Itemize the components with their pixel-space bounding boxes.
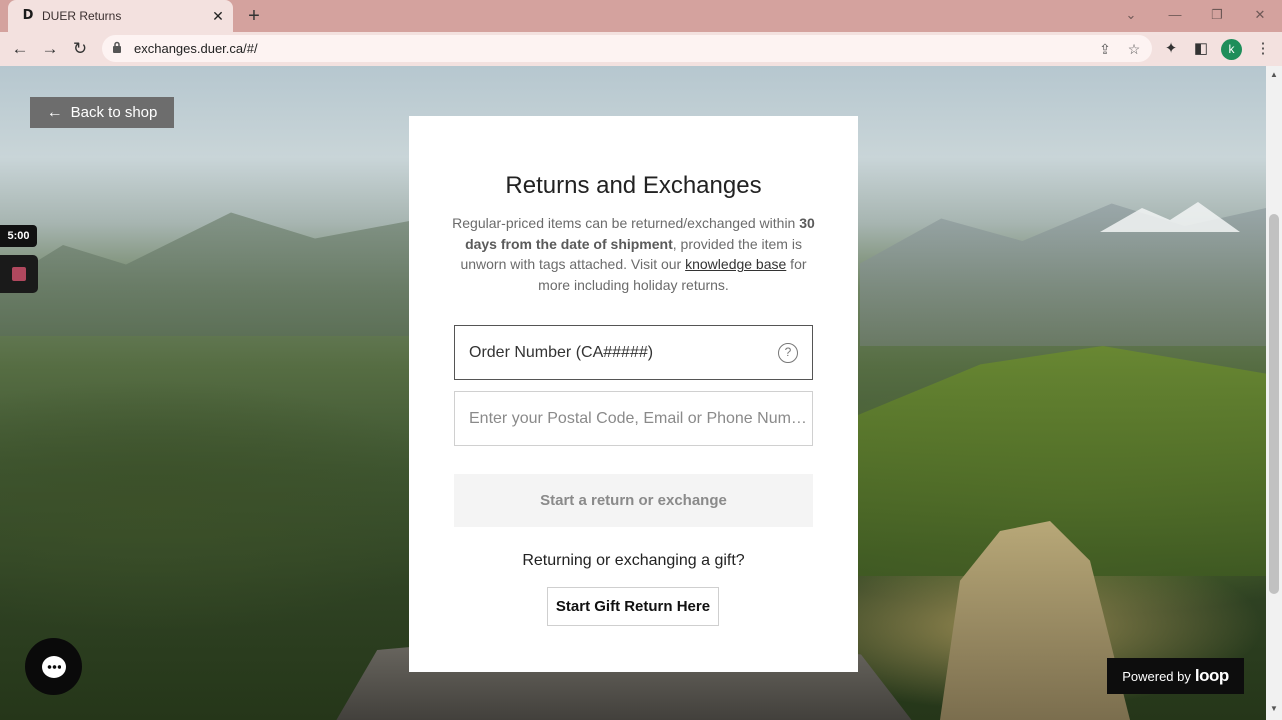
page-title: Returns and Exchanges (505, 172, 762, 199)
start-return-button[interactable]: Start a return or exchange (454, 474, 813, 527)
side-panel-icon[interactable]: ◧ (1190, 38, 1212, 60)
forward-nav-icon[interactable]: → (38, 37, 62, 61)
scrollbar[interactable]: ▲ ▼ (1266, 66, 1282, 720)
duer-favicon-icon: D (22, 8, 34, 23)
returns-card: Returns and Exchanges Regular-priced ite… (409, 116, 858, 672)
stop-recording-button[interactable] (0, 255, 38, 293)
tab-search-chevron-icon[interactable]: ⌄ (1120, 4, 1142, 26)
lock-icon[interactable] (112, 41, 126, 56)
back-to-shop-button[interactable]: ← Back to shop (30, 97, 174, 128)
browser-tab[interactable]: D DUER Returns ✕ (8, 0, 233, 32)
loop-logo: loop (1194, 666, 1229, 685)
arrow-left-icon: ← (46, 103, 63, 121)
new-tab-icon[interactable]: + (243, 5, 265, 27)
postal-code-placeholder: Enter your Postal Code, Email or Phone N… (469, 409, 807, 427)
recording-timer: 5:00 (0, 225, 37, 247)
scrollbar-thumb[interactable] (1269, 214, 1279, 594)
close-icon[interactable]: ✕ (209, 7, 227, 25)
share-icon[interactable]: ⇪ (1094, 38, 1116, 60)
powered-by-loop-badge[interactable]: Powered by loop (1107, 658, 1244, 694)
chat-bubble-icon (41, 655, 66, 678)
browser-toolbar: ← → ↻ exchanges.duer.ca/#/ ⇪ ☆ ✦ ◧ k ⋮ (0, 32, 1282, 66)
address-bar[interactable]: exchanges.duer.ca/#/ ⇪ ☆ (102, 35, 1152, 62)
tab-title: DUER Returns (42, 9, 122, 23)
window-close-icon[interactable]: ✕ (1249, 4, 1271, 26)
bookmark-star-icon[interactable]: ☆ (1123, 38, 1145, 60)
page-viewport: ← Back to shop 5:00 Returns and Exchange… (0, 66, 1266, 720)
order-number-field[interactable]: Order Number (CA#####) ? (454, 325, 813, 380)
menu-icon[interactable]: ⋮ (1252, 38, 1274, 60)
tab-strip: D DUER Returns ✕ + ⌄ — ❐ ✕ (0, 0, 1282, 32)
url-text[interactable]: exchanges.duer.ca/#/ (134, 41, 1094, 56)
knowledge-base-link[interactable]: knowledge base (685, 256, 786, 272)
desc-text: Regular-priced items can be returned/exc… (452, 215, 800, 231)
reload-icon[interactable]: ↻ (68, 37, 92, 61)
extensions-icon[interactable]: ✦ (1160, 38, 1182, 60)
powered-by-label: Powered by (1122, 668, 1191, 684)
returns-description: Regular-priced items can be returned/exc… (451, 213, 816, 296)
back-nav-icon[interactable]: ← (8, 37, 32, 61)
back-to-shop-label: Back to shop (70, 104, 158, 121)
scroll-up-icon[interactable]: ▲ (1270, 70, 1278, 79)
minimize-icon[interactable]: — (1164, 4, 1186, 26)
order-number-label: Order Number (CA#####) (469, 343, 654, 361)
stop-icon (12, 267, 26, 281)
help-icon[interactable]: ? (778, 342, 798, 363)
background-mountain (0, 212, 420, 336)
restore-icon[interactable]: ❐ (1206, 4, 1228, 26)
start-gift-return-button[interactable]: Start Gift Return Here (547, 587, 719, 626)
gift-prompt: Returning or exchanging a gift? (522, 552, 745, 569)
avatar[interactable]: k (1221, 39, 1242, 60)
scroll-down-icon[interactable]: ▼ (1270, 704, 1278, 713)
postal-code-input[interactable]: Enter your Postal Code, Email or Phone N… (454, 391, 813, 446)
chat-button[interactable] (25, 638, 82, 695)
